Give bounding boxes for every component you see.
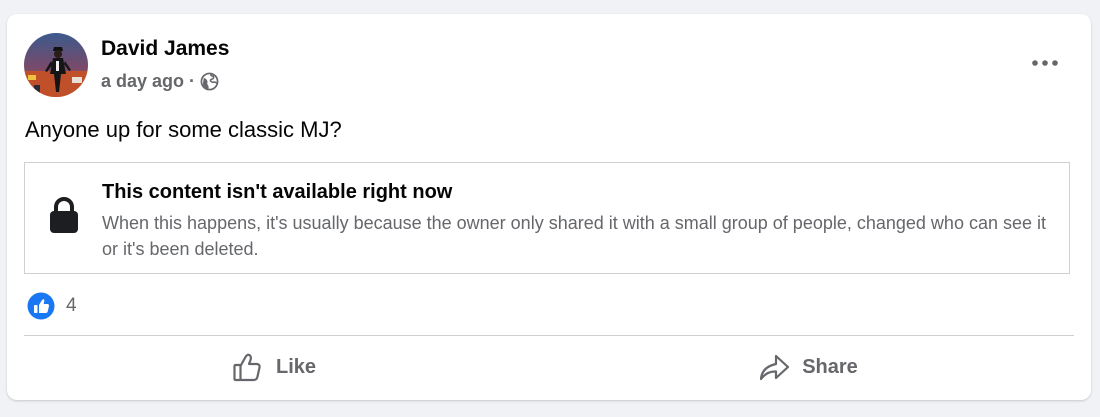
unavailable-title: This content isn't available right now [102, 181, 453, 203]
lock-icon [49, 196, 79, 234]
post-meta: a day ago · [101, 70, 219, 92]
action-divider [24, 335, 1074, 336]
share-button[interactable]: Share [558, 344, 1058, 390]
globe-icon[interactable] [200, 72, 219, 91]
like-label: Like [275, 355, 317, 378]
post-timestamp[interactable]: a day ago [101, 71, 184, 92]
post-text: Anyone up for some classic MJ? [25, 117, 342, 142]
unavailable-description: When this happens, it's usually because … [102, 213, 1046, 259]
post-card: David James a day ago · Anyone up for so… [7, 14, 1091, 400]
like-reaction-icon [27, 292, 55, 320]
share-label: Share [802, 355, 858, 378]
author-avatar[interactable] [24, 33, 88, 97]
meta-separator: · [189, 70, 196, 91]
more-horizontal-icon [1032, 60, 1058, 66]
more-options-button[interactable] [1023, 48, 1067, 78]
share-arrow-icon [760, 354, 790, 381]
author-name[interactable]: David James [101, 36, 229, 62]
reaction-count: 4 [66, 295, 77, 316]
reactions-summary[interactable]: 4 [27, 292, 77, 320]
like-button[interactable]: Like [24, 344, 524, 390]
unavailable-content-box: This content isn't available right now W… [24, 162, 1070, 274]
thumbs-up-icon [233, 353, 261, 382]
